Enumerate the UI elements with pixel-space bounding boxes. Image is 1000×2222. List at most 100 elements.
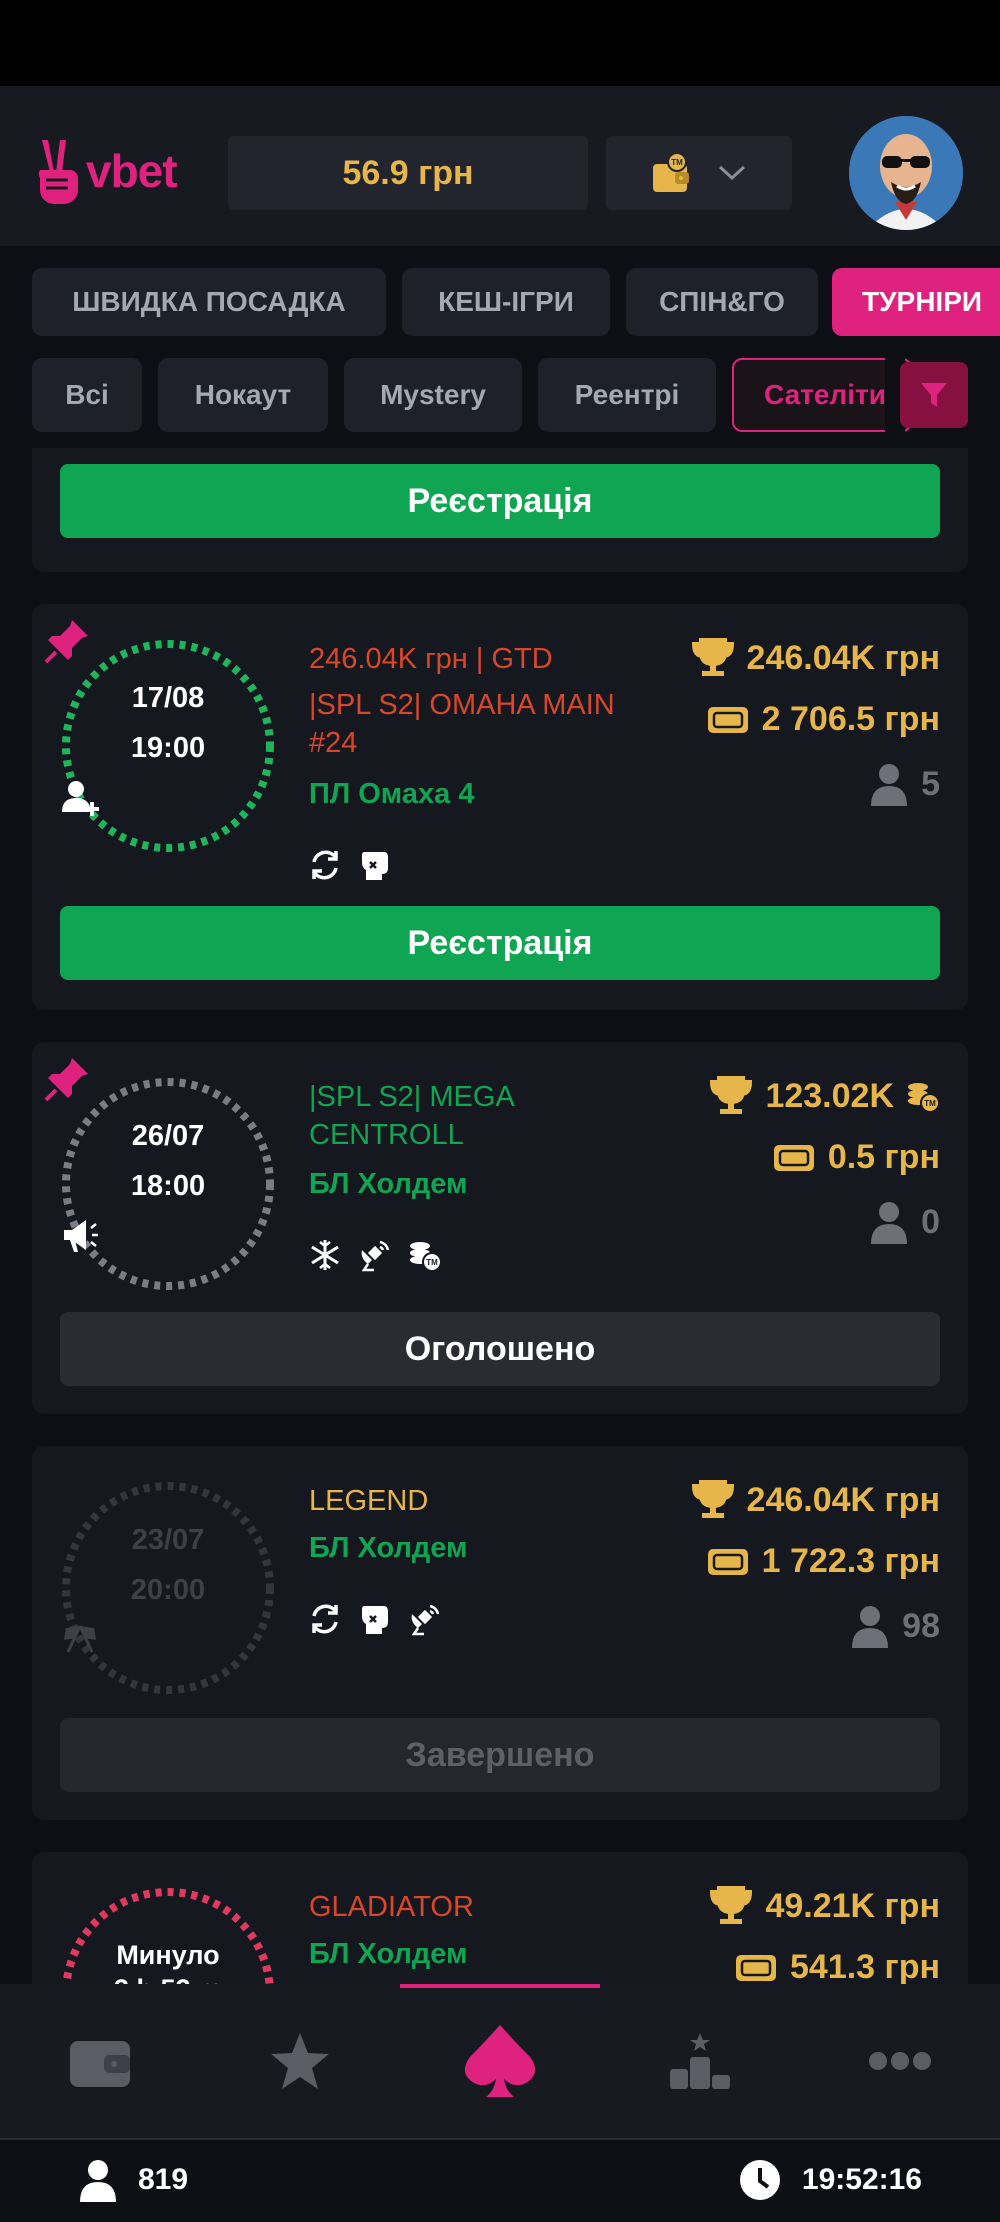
- knockout-icon: [358, 848, 392, 882]
- buy-in: 0.5 грн: [772, 1138, 940, 1177]
- start-time-ring: 26/07 18:00: [60, 1076, 276, 1292]
- tab-tournaments[interactable]: ТУРНІРИ: [832, 268, 1000, 336]
- prize-value: 123.02K: [765, 1076, 894, 1115]
- tournament-card: Реєстрація: [32, 448, 968, 572]
- megaphone-icon: [64, 1220, 98, 1252]
- tournament-card[interactable]: 17/08 19:00 246.04K грн | GTD |SPL S2| O…: [32, 604, 968, 1010]
- svg-text:TM: TM: [426, 1258, 438, 1267]
- user-icon: [871, 1202, 908, 1244]
- register-button[interactable]: Реєстрація: [60, 464, 940, 538]
- buy-in: 1 722.3 грн: [706, 1542, 940, 1581]
- satellite-icon: [408, 1602, 442, 1636]
- finish-flags-icon: [64, 1625, 96, 1653]
- tournament-title: |SPL S2| MEGA CENTROLL: [309, 1081, 514, 1151]
- prize-value: 49.21K грн: [765, 1886, 940, 1925]
- announced-button[interactable]: Оголошено: [60, 1312, 940, 1386]
- register-button[interactable]: Реєстрація: [60, 906, 940, 980]
- chip-knockout[interactable]: Нокаут: [158, 358, 328, 432]
- players-value: 0: [921, 1202, 940, 1241]
- players-count: 98: [850, 1604, 940, 1648]
- tab-cash-games[interactable]: КЕШ-ІГРИ: [402, 268, 610, 336]
- tab-fast-seat[interactable]: ШВИДКА ПОСАДКА: [32, 268, 386, 336]
- players-value: 5: [921, 764, 940, 803]
- chip-mystery[interactable]: Mystery: [344, 358, 522, 432]
- nav-more[interactable]: [800, 1984, 1000, 2138]
- filter-button[interactable]: [900, 362, 968, 428]
- clock-icon: [739, 2160, 780, 2200]
- prize-pool: 49.21K грн: [709, 1886, 940, 1926]
- start-date: 26/07: [131, 1120, 205, 1152]
- victory-hand-icon: [38, 140, 78, 204]
- user-icon: [80, 2160, 116, 2202]
- nav-favorites[interactable]: [200, 1984, 400, 2138]
- tournament-card[interactable]: Минуло 3 h 52 m GLADIATOR БЛ Холдем 49.2…: [32, 1852, 968, 1984]
- players-value: 98: [902, 1606, 940, 1645]
- avatar-image: [849, 116, 963, 230]
- start-date: 17/08: [131, 682, 205, 714]
- elapsed-time: 3 h 52 m: [60, 1974, 276, 1984]
- start-time-ring: Минуло 3 h 52 m: [60, 1886, 276, 1984]
- prize-pool: 246.04K грн: [691, 1480, 940, 1520]
- buyin-value: 2 706.5 грн: [761, 700, 940, 738]
- snowflake-icon: [308, 1238, 342, 1272]
- user-icon: [871, 764, 908, 806]
- podium-icon: [670, 2033, 730, 2089]
- tm-coins-icon: TM: [408, 1238, 442, 1272]
- tournament-title: |SPL S2| OMAHA MAIN #24: [309, 689, 615, 759]
- feature-icons: [308, 1602, 442, 1636]
- avatar[interactable]: [849, 116, 963, 230]
- tournament-card[interactable]: 26/07 18:00 |SPL S2| MEGA CENTROLL БЛ Хо…: [32, 1042, 968, 1414]
- tournament-card[interactable]: 23/07 20:00 LEGEND БЛ Холдем 246.04K грн…: [32, 1446, 968, 1820]
- spade-icon: [464, 2025, 536, 2097]
- start-time-ring: 17/08 19:00: [60, 638, 276, 854]
- game-type: ПЛ Омаха 4: [309, 778, 475, 810]
- prize-pool: 246.04K грн: [691, 638, 940, 678]
- reentry-icon: [308, 1602, 342, 1636]
- wallet-coins-icon: TM: [653, 152, 689, 192]
- buyin-value: 1 722.3 грн: [761, 1542, 940, 1580]
- chip-all[interactable]: Всі: [32, 358, 142, 432]
- user-add-icon: [62, 781, 99, 816]
- start-time: 18:00: [130, 1170, 206, 1202]
- players-count: 5: [869, 762, 940, 806]
- knockout-icon: [358, 1602, 392, 1636]
- players-count: 0: [869, 1200, 940, 1244]
- ticket-icon: [707, 706, 748, 733]
- guarantee-text: 246.04K грн | GTD: [309, 643, 553, 675]
- wallet-icon: [70, 2041, 130, 2087]
- start-time: 20:00: [130, 1574, 206, 1606]
- system-status-bar: [0, 0, 1000, 86]
- tournament-title: LEGEND: [309, 1485, 429, 1517]
- nav-poker[interactable]: [400, 1984, 600, 2138]
- buyin-value: 541.3 грн: [790, 1948, 940, 1984]
- satellite-icon: [358, 1238, 392, 1272]
- chevron-down-icon: [718, 165, 746, 181]
- start-time-ring: 23/07 20:00: [60, 1480, 276, 1696]
- app-header: vbet 56.9 грн TM: [0, 86, 1000, 246]
- tab-spin-go[interactable]: СПІН&ГО: [626, 268, 818, 336]
- chip-reentry[interactable]: Реентрі: [538, 358, 716, 432]
- tournament-title: GLADIATOR: [309, 1891, 474, 1923]
- svg-text:TM: TM: [924, 1099, 936, 1108]
- buyin-value: 0.5 грн: [827, 1138, 940, 1176]
- nav-wallet[interactable]: [0, 1984, 200, 2138]
- vbet-logo[interactable]: vbet: [34, 136, 178, 206]
- wallet-selector[interactable]: TM: [606, 136, 792, 210]
- tournament-filter-chips: Всі Нокаут Mystery Реентрі Сателіти: [0, 358, 1000, 432]
- buy-in: 2 706.5 грн: [706, 700, 940, 739]
- svg-text:TM: TM: [671, 158, 683, 167]
- buy-in: 541.3 грн: [734, 1948, 940, 1984]
- tournament-list[interactable]: Реєстрація 17/08 19:00 246.04K грн | GTD…: [0, 448, 1000, 1984]
- balance-display[interactable]: 56.9 грн: [228, 136, 588, 210]
- trophy-icon: [691, 1480, 734, 1518]
- prize-value: 246.04K грн: [746, 638, 940, 677]
- server-clock: 19:52:16: [738, 2158, 922, 2202]
- user-icon: [852, 1606, 889, 1648]
- bottom-navigation: [0, 1984, 1000, 2138]
- ticket-icon: [707, 1548, 748, 1575]
- game-type: БЛ Холдем: [309, 1938, 468, 1970]
- nav-leaderboard[interactable]: [600, 1984, 800, 2138]
- start-date: 23/07: [131, 1524, 205, 1556]
- feature-icons: TM: [308, 1238, 442, 1272]
- finished-button[interactable]: Завершено: [60, 1718, 940, 1792]
